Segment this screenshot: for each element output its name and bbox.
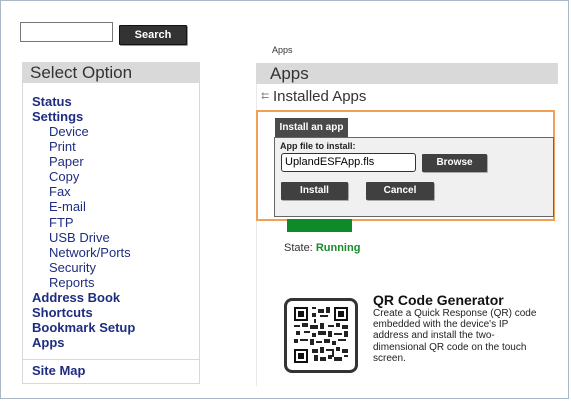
sidebar-item-paper[interactable]: Paper [32,154,135,169]
section-title: Installed Apps [273,88,367,105]
qr-code-icon[interactable] [284,298,358,373]
install-button[interactable]: Install [281,182,348,200]
sidebar-item-print[interactable]: Print [32,139,135,154]
sidebar-item-e-mail[interactable]: E-mail [32,199,135,214]
qr-app-description: Create a Quick Response (QR) code embedd… [373,308,537,364]
browse-button[interactable]: Browse [422,154,487,172]
cancel-button[interactable]: Cancel [366,182,434,200]
app-state: State: Running [284,242,360,254]
sidebar-item-usb-drive[interactable]: USB Drive [32,230,135,245]
sidebar-item-device[interactable]: Device [32,124,135,139]
divider [23,359,199,360]
state-value: Running [315,242,361,254]
sidebar-item-shortcuts[interactable]: Shortcuts [32,305,135,320]
qr-app-title[interactable]: QR Code Generator [373,292,504,308]
tab-install-app[interactable]: Install an app [275,118,348,137]
app-file-input[interactable]: UplandESFApp.fls [281,153,416,172]
sidebar-item-status[interactable]: Status [32,94,135,109]
qr-pattern [294,307,348,363]
file-label: App file to install: [280,141,356,151]
sidebar-item-security[interactable]: Security [32,260,135,275]
search-input[interactable] [20,22,113,42]
sidebar-item-fax[interactable]: Fax [32,184,135,199]
sidebar-title: Select Option [23,63,199,83]
search-button[interactable]: Search [119,25,187,45]
sidebar-item-copy[interactable]: Copy [32,169,135,184]
app-status-bar [287,219,352,232]
collapse-icon[interactable]: ⮄ [261,91,269,102]
installed-apps-header[interactable]: ⮄ Installed Apps [261,88,366,105]
breadcrumb[interactable]: Apps [272,45,293,55]
sidebar-nav: Status Settings Device Print Paper Copy Fax E-m… [32,94,135,350]
site-map-link[interactable]: Site Map [32,363,85,378]
sidebar-item-settings[interactable]: Settings [32,109,135,124]
sidebar-item-apps[interactable]: Apps [32,335,135,350]
sidebar-item-bookmark-setup[interactable]: Bookmark Setup [32,320,135,335]
state-label: State: [284,242,313,254]
sidebar-item-reports[interactable]: Reports [32,275,135,290]
sidebar: Select Option Status Settings Device Print P… [22,62,200,384]
sidebar-item-ftp[interactable]: FTP [32,215,135,230]
sidebar-item-network-ports[interactable]: Network/Ports [32,245,135,260]
sidebar-item-address-book[interactable]: Address Book [32,290,135,305]
page-title: Apps [256,63,558,84]
